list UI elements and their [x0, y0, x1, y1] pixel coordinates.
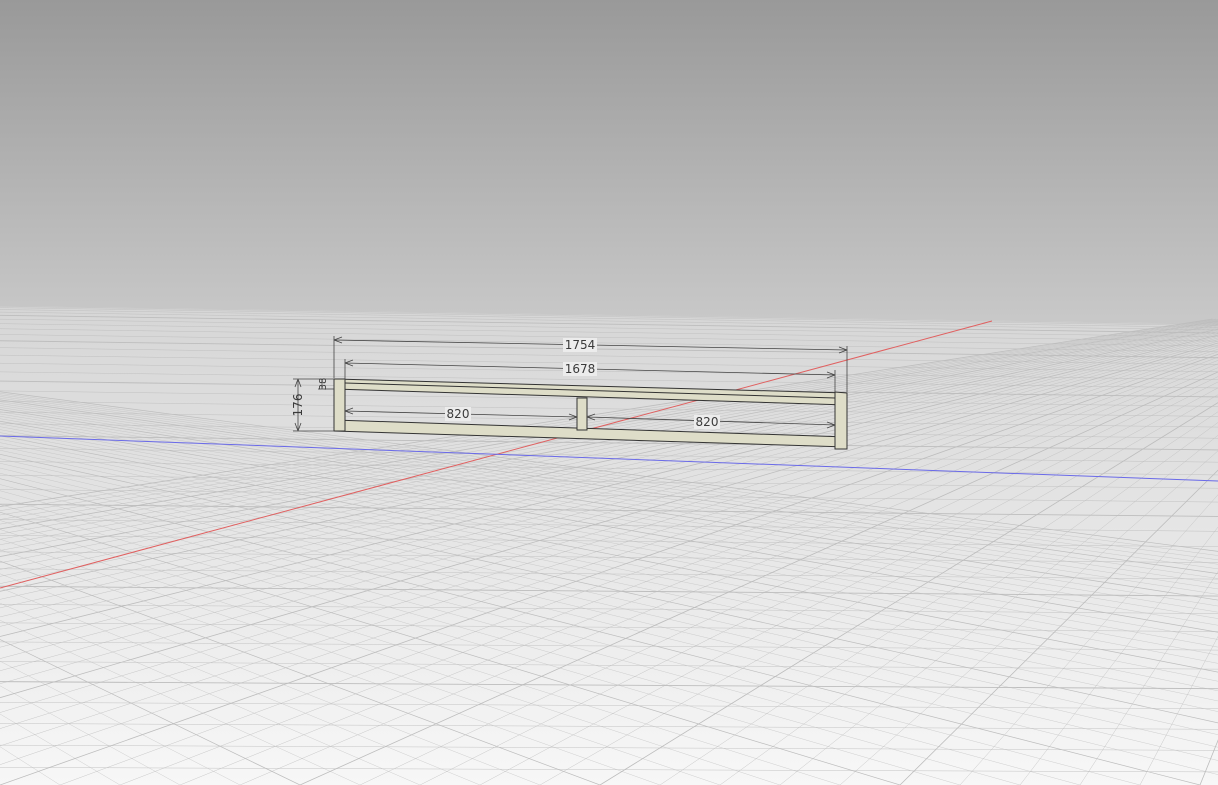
dim-label-inner-width: 1678 — [565, 362, 596, 376]
dim-label-rail-thickness: 38 — [318, 378, 329, 391]
3d-viewport[interactable]: 1754 1678 820 820 176 38 — [0, 0, 1218, 785]
dim-label-left-bay: 820 — [447, 407, 470, 421]
right-post[interactable] — [834, 391, 848, 450]
dim-label-right-bay: 820 — [696, 415, 719, 429]
middle-post[interactable] — [576, 397, 588, 431]
left-post[interactable] — [333, 378, 346, 432]
dim-label-height: 176 — [291, 394, 305, 417]
sky-background — [0, 0, 1218, 326]
dim-label-overall-width: 1754 — [565, 338, 596, 352]
